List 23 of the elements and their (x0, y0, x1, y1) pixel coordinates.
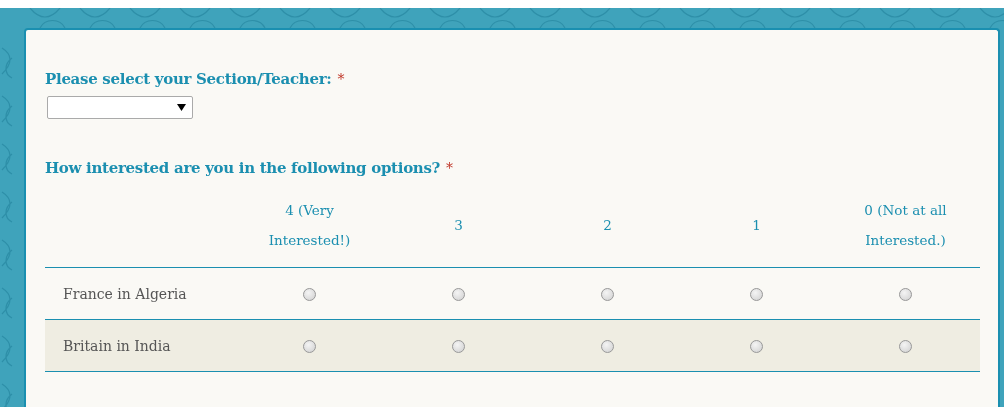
column-header: 1 (752, 217, 761, 233)
column-header: 4 (Very Interested!) (268, 202, 351, 248)
radio-button[interactable] (452, 340, 465, 353)
question-label: Please select your Section/Teacher: (45, 70, 332, 88)
radio-button[interactable] (750, 340, 763, 353)
column-header: 0 (Not at all Interested.) (864, 202, 947, 248)
radio-button[interactable] (750, 288, 763, 301)
question-label: How interested are you in the following options? (45, 159, 441, 177)
required-asterisk: * (446, 160, 453, 176)
caret-icon (177, 104, 186, 111)
radio-button[interactable] (601, 340, 614, 353)
radio-button[interactable] (899, 340, 912, 353)
column-header: 3 (454, 217, 463, 233)
radio-button[interactable] (899, 288, 912, 301)
column-header: 2 (603, 217, 612, 233)
row-label: Britain in India (63, 337, 171, 354)
row-label: France in Algeria (63, 285, 187, 302)
radio-button[interactable] (303, 288, 316, 301)
radio-button[interactable] (303, 340, 316, 353)
radio-button[interactable] (601, 288, 614, 301)
required-asterisk: * (337, 71, 345, 87)
radio-button[interactable] (452, 288, 465, 301)
section-dropdown[interactable] (47, 96, 193, 119)
